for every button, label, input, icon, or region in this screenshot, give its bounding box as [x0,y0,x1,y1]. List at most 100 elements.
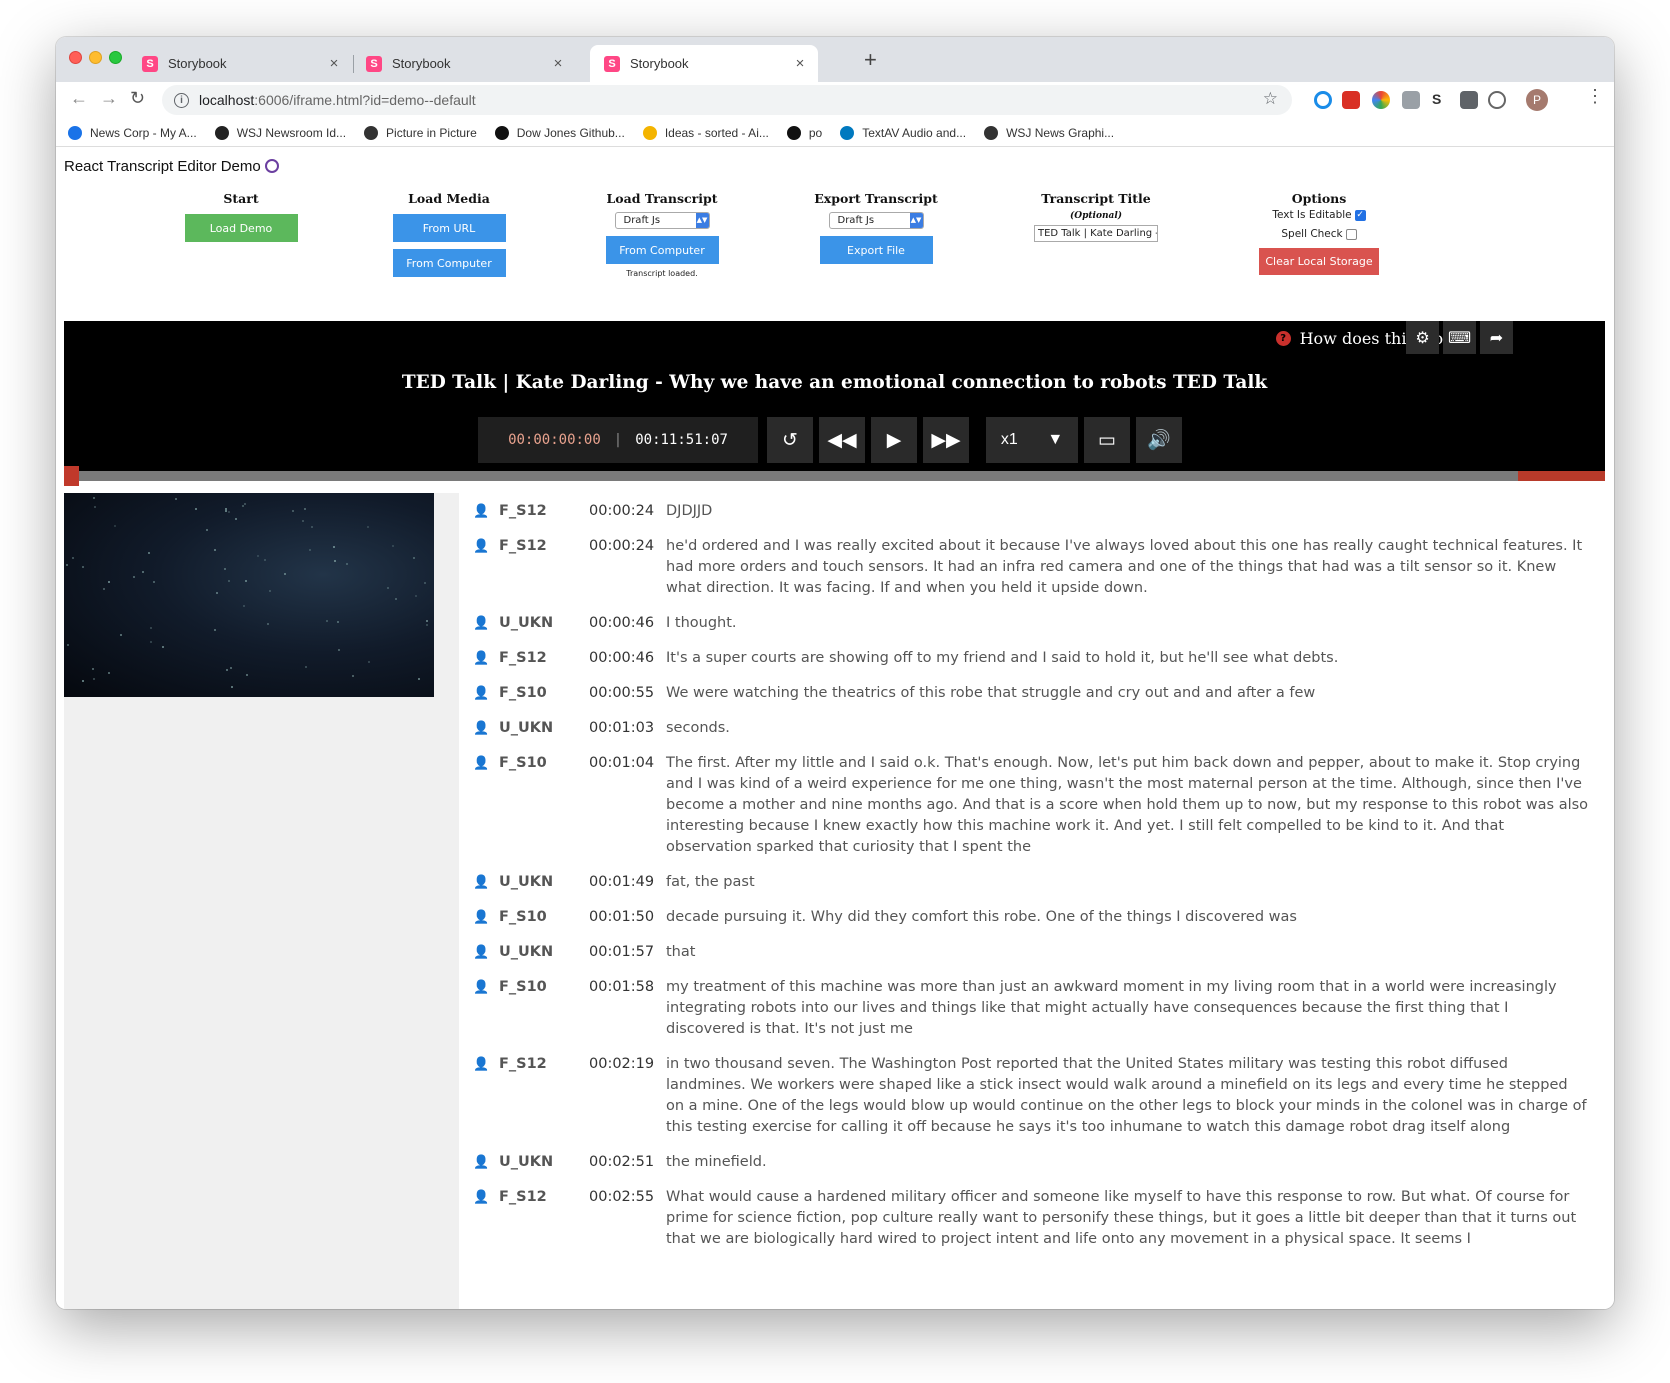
speaker-label[interactable]: 👤 U_UKN [459,718,589,739]
transcript-title-input[interactable]: TED Talk | Kate Darling - Why we have an… [1034,225,1158,242]
progress-handle[interactable] [64,466,79,486]
close-icon[interactable]: × [548,55,568,72]
paragraph-text[interactable]: seconds. [666,718,1605,739]
speaker-label[interactable]: 👤 F_S10 [459,977,589,998]
user-edit-icon[interactable]: 👤 [473,721,493,737]
paragraph-text[interactable]: in two thousand seven. The Washington Po… [666,1054,1605,1138]
paragraph-timecode[interactable]: 00:01:50 [589,907,666,928]
speaker-label[interactable]: 👤 F_S10 [459,753,589,774]
extension-icon-2[interactable] [1342,91,1360,109]
help-link[interactable]: ? How does this work? [1275,329,1469,348]
progress-bar[interactable] [64,466,1605,486]
speaker-label[interactable]: 👤 F_S10 [459,683,589,704]
user-edit-icon[interactable]: 👤 [473,756,493,772]
bookmark-item[interactable]: Picture in Picture [364,125,477,140]
browser-tab-2[interactable]: S Storybook × [352,45,576,82]
export-format-select[interactable]: Draft Js ▲▼ [828,212,924,229]
speaker-label[interactable]: 👤 U_UKN [459,613,589,634]
github-icon[interactable] [264,159,279,173]
load-demo-button[interactable]: Load Demo [184,214,298,242]
user-edit-icon[interactable]: 👤 [473,1190,493,1206]
user-edit-icon[interactable]: 👤 [473,539,493,555]
paragraph-timecode[interactable]: 00:02:51 [589,1152,666,1173]
extension-icon-1[interactable] [1314,91,1332,109]
paragraph-timecode[interactable]: 00:00:46 [589,613,666,634]
bookmark-item[interactable]: Ideas - sorted - Ai... [642,125,769,140]
paragraph-text[interactable]: DJDJJD [666,501,1605,522]
paragraph-timecode[interactable]: 00:00:24 [589,501,666,522]
back-arrow-icon[interactable]: ← [70,88,88,109]
paragraph-text[interactable]: decade pursuing it. Why did they comfort… [666,907,1605,928]
close-icon[interactable]: × [790,55,810,72]
paragraph-timecode[interactable]: 00:00:55 [589,683,666,704]
paragraph-timecode[interactable]: 00:02:19 [589,1054,666,1075]
paragraph-timecode[interactable]: 00:01:03 [589,718,666,739]
bookmark-item[interactable]: News Corp - My A... [68,125,197,140]
browser-menu-icon[interactable]: ⋮ [1586,86,1604,107]
forward-arrow-icon[interactable]: → [100,88,118,109]
paragraph-timecode[interactable]: 00:02:55 [589,1187,666,1208]
user-edit-icon[interactable]: 👤 [473,616,493,632]
speaker-label[interactable]: 👤 F_S12 [459,501,589,522]
transcript-editor[interactable]: 👤 F_S12 00:00:24 DJDJJD 👤 F_S12 00:00:24 he'd o… [459,493,1605,1309]
user-edit-icon[interactable]: 👤 [473,651,493,667]
paragraph-text[interactable]: the minefield. [666,1152,1605,1173]
new-tab-button[interactable]: + [864,47,877,73]
bookmark-item[interactable]: po [786,125,822,140]
user-edit-icon[interactable]: 👤 [473,1057,493,1073]
bookmark-item[interactable]: WSJ Newsroom Id... [214,125,346,140]
speaker-label[interactable]: 👤 F_S12 [459,1187,589,1208]
profile-avatar[interactable]: P [1526,89,1548,111]
speaker-label[interactable]: 👤 U_UKN [459,872,589,893]
address-bar[interactable]: i localhost:6006/iframe.html?id=demo--de… [162,85,1292,115]
paragraph-text[interactable]: It's a super courts are showing off to m… [666,648,1605,669]
settings-gear-icon[interactable]: ⚙ [1406,321,1439,354]
user-edit-icon[interactable]: 👤 [473,980,493,996]
share-arrow-icon[interactable]: ➦ [1480,321,1513,354]
speaker-label[interactable]: 👤 F_S12 [459,648,589,669]
paragraph-timecode[interactable]: 00:00:46 [589,648,666,669]
browser-tab-1[interactable]: S Storybook × [128,45,352,82]
user-edit-icon[interactable]: 👤 [473,504,493,520]
speaker-label[interactable]: 👤 U_UKN [459,942,589,963]
user-edit-icon[interactable]: 👤 [473,686,493,702]
video-element[interactable] [64,493,434,697]
close-window-button[interactable] [69,51,82,64]
paragraph-timecode[interactable]: 00:01:57 [589,942,666,963]
keyboard-shortcuts-icon[interactable]: ⌨ [1443,321,1476,354]
speaker-label[interactable]: 👤 F_S12 [459,536,589,557]
play-icon[interactable]: ▶ [871,417,917,463]
current-time[interactable]: 00:00:00:00 [508,432,601,448]
clear-local-storage-button[interactable]: Clear Local Storage [1259,248,1379,275]
rollback-icon[interactable]: ↺ [767,417,813,463]
paragraph-text[interactable]: I thought. [666,613,1605,634]
load-format-select[interactable]: Draft Js ▲▼ [614,212,710,229]
media-from-url-button[interactable]: From URL [392,214,506,242]
media-from-computer-button[interactable]: From Computer [392,249,506,277]
paragraph-timecode[interactable]: 00:01:04 [589,753,666,774]
zoom-window-button[interactable] [109,51,122,64]
paragraph-text[interactable]: We were watching the theatrics of this r… [666,683,1605,704]
user-edit-icon[interactable]: 👤 [473,945,493,961]
user-edit-icon[interactable]: 👤 [473,1155,493,1171]
rewind-icon[interactable]: ◀◀ [819,417,865,463]
extension-icon-7[interactable] [1488,91,1506,109]
paragraph-text[interactable]: fat, the past [666,872,1605,893]
extension-icon-4[interactable] [1402,91,1420,109]
speaker-label[interactable]: 👤 F_S12 [459,1054,589,1075]
fast-forward-icon[interactable]: ▶▶ [923,417,969,463]
reload-icon[interactable]: ↻ [130,88,145,109]
paragraph-text[interactable]: he'd ordered and I was really excited ab… [666,536,1605,599]
extension-icon-6[interactable] [1460,91,1478,109]
speaker-label[interactable]: 👤 F_S10 [459,907,589,928]
extension-icon-3[interactable] [1372,91,1390,109]
volume-icon[interactable]: 🔊 [1136,417,1182,463]
paragraph-text[interactable]: that [666,942,1605,963]
text-editable-checkbox[interactable]: ✓ [1354,209,1366,221]
spell-check-checkbox[interactable] [1345,228,1357,240]
transcript-from-computer-button[interactable]: From Computer [605,236,719,264]
speaker-label[interactable]: 👤 U_UKN [459,1152,589,1173]
bookmark-item[interactable]: Dow Jones Github... [494,125,625,140]
close-icon[interactable]: × [324,55,344,72]
extension-icon-5[interactable]: S [1432,91,1450,109]
